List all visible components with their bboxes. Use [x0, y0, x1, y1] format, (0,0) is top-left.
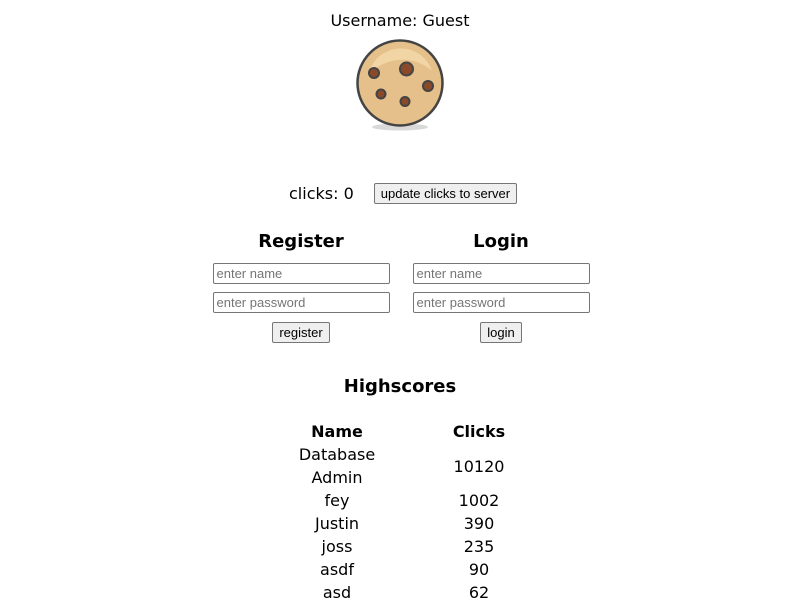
table-row: fey 1002	[273, 489, 513, 512]
table-row: Justin 390	[273, 512, 513, 535]
username-value: Guest	[422, 11, 470, 30]
register-button[interactable]: register	[272, 322, 330, 343]
table-row: joss 235	[273, 535, 513, 558]
score-name: asd	[322, 583, 352, 600]
score-clicks: 62	[468, 583, 490, 600]
score-name: fey	[324, 491, 350, 510]
page: Username: Guest clicks: 0 update clicks …	[0, 0, 800, 600]
cookie-chip	[375, 88, 387, 100]
score-clicks: 235	[463, 537, 495, 556]
highscores-title: Highscores	[343, 376, 457, 397]
login-password-input[interactable]	[412, 292, 590, 313]
cookie-chip	[422, 80, 434, 92]
register-title: Register	[258, 231, 344, 252]
score-clicks: 1002	[458, 491, 500, 510]
column-spacer	[401, 443, 445, 489]
cookie-chip	[399, 61, 414, 77]
column-spacer	[401, 512, 445, 535]
column-header-name: Name	[311, 422, 363, 441]
table-row: Database Admin 10120	[273, 443, 513, 489]
login-form: Login login	[412, 229, 590, 343]
highscores-header-row: Name Clicks	[273, 420, 513, 443]
cookie-chip	[368, 67, 380, 79]
clicks-value: 0	[343, 183, 354, 203]
score-name: Justin	[314, 514, 360, 533]
column-spacer	[401, 535, 445, 558]
column-header-clicks: Clicks	[452, 422, 506, 441]
register-password-input[interactable]	[212, 292, 390, 313]
login-title: Login	[473, 231, 529, 252]
clicks-row: clicks: 0 update clicks to server	[289, 182, 518, 204]
column-spacer	[401, 581, 445, 600]
cookie-icon[interactable]	[354, 37, 446, 133]
login-button[interactable]: login	[480, 322, 522, 343]
score-clicks: 10120	[453, 456, 505, 476]
column-spacer	[401, 420, 445, 443]
table-row: asd 62	[273, 581, 513, 600]
column-spacer	[401, 489, 445, 512]
update-clicks-button[interactable]: update clicks to server	[373, 182, 518, 204]
score-name: joss	[321, 537, 353, 556]
username-label: Username:	[330, 11, 418, 30]
register-name-input[interactable]	[212, 263, 390, 284]
cookie-chip	[399, 96, 411, 107]
score-name: Database Admin	[298, 445, 376, 487]
username-line: Username: Guest	[0, 11, 800, 30]
table-row: asdf 90	[273, 558, 513, 581]
clicks-counter: clicks: 0	[289, 184, 354, 203]
score-clicks: 390	[463, 514, 495, 533]
highscores-table: Name Clicks Database Admin 10120 fey 100…	[273, 420, 513, 600]
clicks-label: clicks:	[289, 183, 339, 203]
register-form: Register register	[212, 229, 390, 343]
column-spacer	[401, 558, 445, 581]
score-clicks: 90	[468, 560, 490, 579]
score-name: asdf	[320, 560, 354, 579]
login-name-input[interactable]	[412, 263, 590, 284]
